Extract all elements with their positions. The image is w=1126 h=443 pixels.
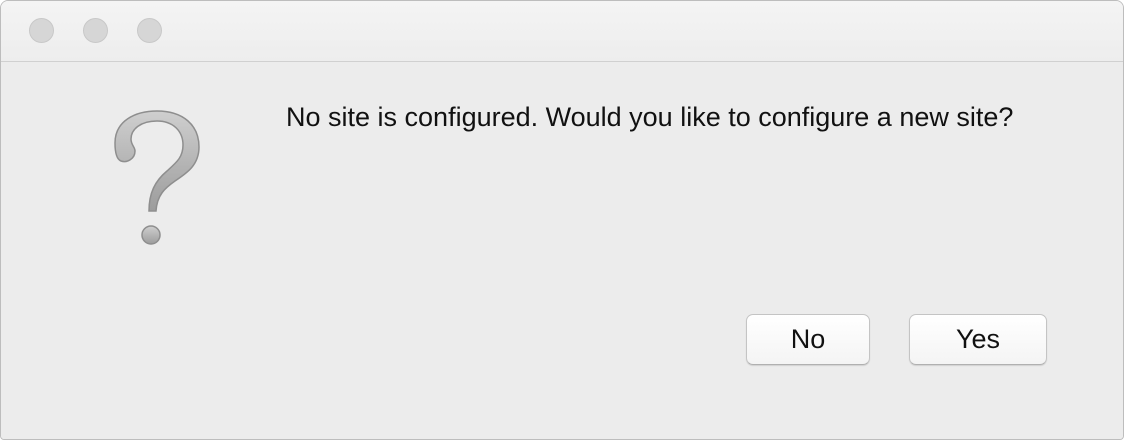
minimize-icon[interactable]	[83, 18, 108, 43]
dialog-content: No site is configured. Would you like to…	[1, 62, 1123, 439]
close-icon[interactable]	[29, 18, 54, 43]
question-mark-icon	[114, 110, 200, 245]
dialog-window: No site is configured. Would you like to…	[0, 0, 1124, 440]
zoom-icon[interactable]	[137, 18, 162, 43]
yes-button[interactable]: Yes	[909, 314, 1047, 365]
title-bar	[1, 1, 1123, 62]
no-button[interactable]: No	[746, 314, 870, 365]
dialog-message: No site is configured. Would you like to…	[286, 102, 1014, 132]
